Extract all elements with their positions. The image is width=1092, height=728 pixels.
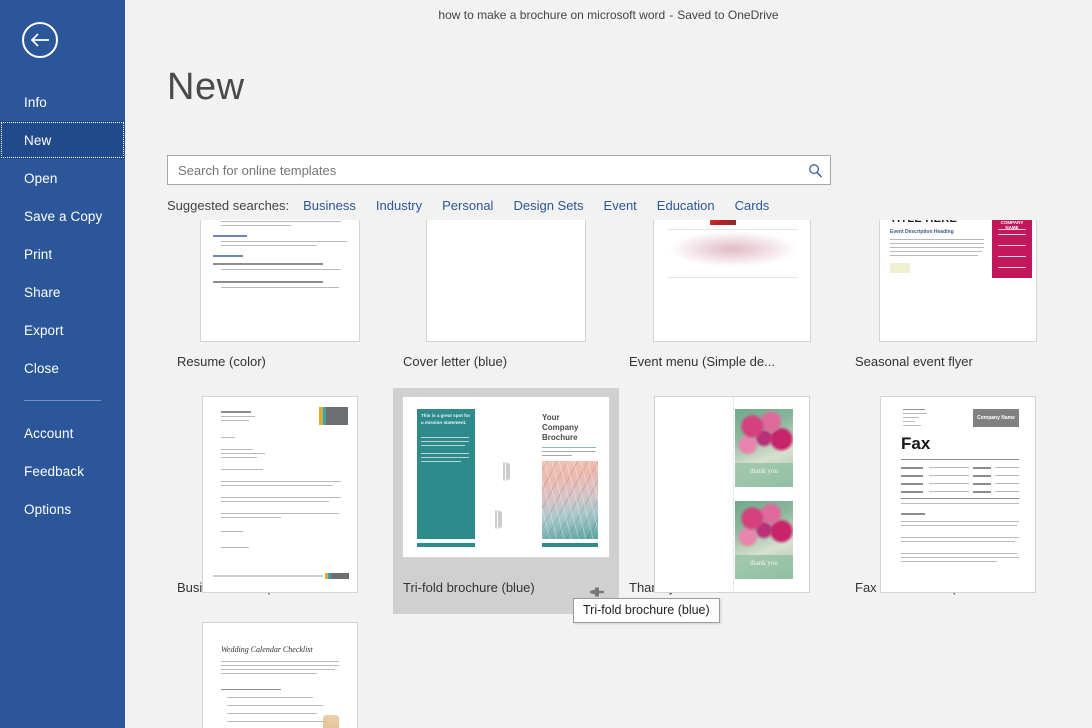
wedding-checklist-thumbnail: Wedding Calendar Checklist [202,622,358,728]
seasonal-flyer-thumbnail: TITLE HERE Event Description Heading COM… [879,220,1037,342]
suggested-link-education[interactable]: Education [657,198,715,213]
save-status: Saved to OneDrive [677,8,778,22]
template-tooltip: Tri-fold brochure (blue) [573,598,720,623]
thank-you-text: thank you [735,467,793,475]
thumbnail-frame: Wedding Calendar Checklist [175,622,385,728]
thumbnail-frame [401,220,611,342]
suggested-searches: Suggested searches: Business Industry Pe… [167,198,789,213]
document-name: how to make a brochure on microsoft word [438,8,665,22]
template-tile-thank-you-cards[interactable]: thank you thank you Thank you cards [619,388,845,614]
thumbnail-frame: This is a great spot for a mission state… [401,396,611,568]
template-tile-event-menu[interactable]: Event menu (Simple de... [619,220,845,388]
word-backstage-new-screen: how to make a brochure on microsoft word… [0,0,1092,728]
sidebar-item-new[interactable]: New [0,121,125,159]
sidebar-divider [24,400,101,401]
business-letter-thumbnail [202,396,358,593]
title-separator: - [665,8,677,22]
search-input[interactable] [168,156,800,184]
title-bar: how to make a brochure on microsoft word… [125,0,1092,30]
flyer-title: TITLE HERE [890,220,957,225]
back-arrow-icon [30,33,50,47]
wedding-title: Wedding Calendar Checklist [221,645,313,654]
brochure-mission-text: This is a great spot for a mission state… [421,413,471,427]
suggested-link-design-sets[interactable]: Design Sets [513,198,583,213]
template-search-box[interactable] [167,155,831,185]
back-button[interactable] [22,22,58,58]
event-menu-thumbnail [653,220,811,342]
template-tile-business-letter[interactable]: Business letter (Sales St... [167,388,393,614]
resume-thumbnail [200,220,360,342]
suggested-link-cards[interactable]: Cards [735,198,770,213]
thumbnail-frame: thank you thank you [627,396,837,568]
template-tile-cover-letter-blue[interactable]: Cover letter (blue) [393,220,619,388]
thank-you-cards-thumbnail: thank you thank you [654,396,810,593]
backstage-nav: Info New Open Save a Copy Print Share Ex… [0,83,125,528]
thumbnail-frame [175,220,385,342]
backstage-sidebar: Info New Open Save a Copy Print Share Ex… [0,0,125,728]
sidebar-item-close[interactable]: Close [0,349,125,387]
fax-cover-sheet-thumbnail: Company Name Fax [880,396,1036,593]
template-tile-tri-fold-brochure[interactable]: This is a great spot for a mission state… [393,388,619,614]
fax-company-name: Company Name [973,415,1019,421]
thumbnail-frame: Company Name Fax [853,396,1063,568]
sidebar-item-save-a-copy[interactable]: Save a Copy [0,197,125,235]
suggested-link-event[interactable]: Event [604,198,637,213]
page-title: New [167,68,245,106]
suggested-link-business[interactable]: Business [303,198,356,213]
thumbnail-frame [175,396,385,568]
suggested-label: Suggested searches: [167,198,289,213]
main-panel: New Suggested searches: Business Industr… [125,30,1092,728]
thank-you-text: thank you [735,559,793,567]
template-tile-resume-color[interactable]: Resume (color) [167,220,393,388]
sidebar-item-account[interactable]: Account [0,414,125,452]
thumbnail-frame: TITLE HERE Event Description Heading COM… [853,220,1063,342]
tri-fold-brochure-thumbnail: This is a great spot for a mission state… [402,396,610,558]
thumbnail-frame [627,220,837,342]
sidebar-item-info[interactable]: Info [0,83,125,121]
template-tile-wedding-calendar-checklist[interactable]: Wedding Calendar Checklist [167,614,393,728]
template-grid[interactable]: Resume (color) Cover letter (blue) [167,220,1074,728]
sidebar-item-export[interactable]: Export [0,311,125,349]
cover-letter-thumbnail [426,220,586,342]
sidebar-item-open[interactable]: Open [0,159,125,197]
sidebar-item-print[interactable]: Print [0,235,125,273]
search-icon[interactable] [800,156,830,184]
fax-title: Fax [901,435,930,452]
template-label: Event menu (Simple de... [627,354,812,369]
suggested-link-personal[interactable]: Personal [442,198,493,213]
flyer-subtitle: Event Description Heading [890,229,954,235]
sidebar-item-feedback[interactable]: Feedback [0,452,125,490]
brochure-heading: Your Company Brochure [542,413,598,443]
template-tile-fax-cover-sheet[interactable]: Company Name Fax [845,388,1071,614]
template-tile-seasonal-event-flyer[interactable]: TITLE HERE Event Description Heading COM… [845,220,1071,388]
sidebar-item-share[interactable]: Share [0,273,125,311]
sidebar-item-options[interactable]: Options [0,490,125,528]
suggested-link-industry[interactable]: Industry [376,198,422,213]
template-label: Tri-fold brochure (blue) [401,580,586,595]
template-label: Cover letter (blue) [401,354,586,369]
template-label: Seasonal event flyer [853,354,1038,369]
search-row [167,155,831,185]
magnifier-icon [808,163,823,178]
template-label: Resume (color) [175,354,360,369]
